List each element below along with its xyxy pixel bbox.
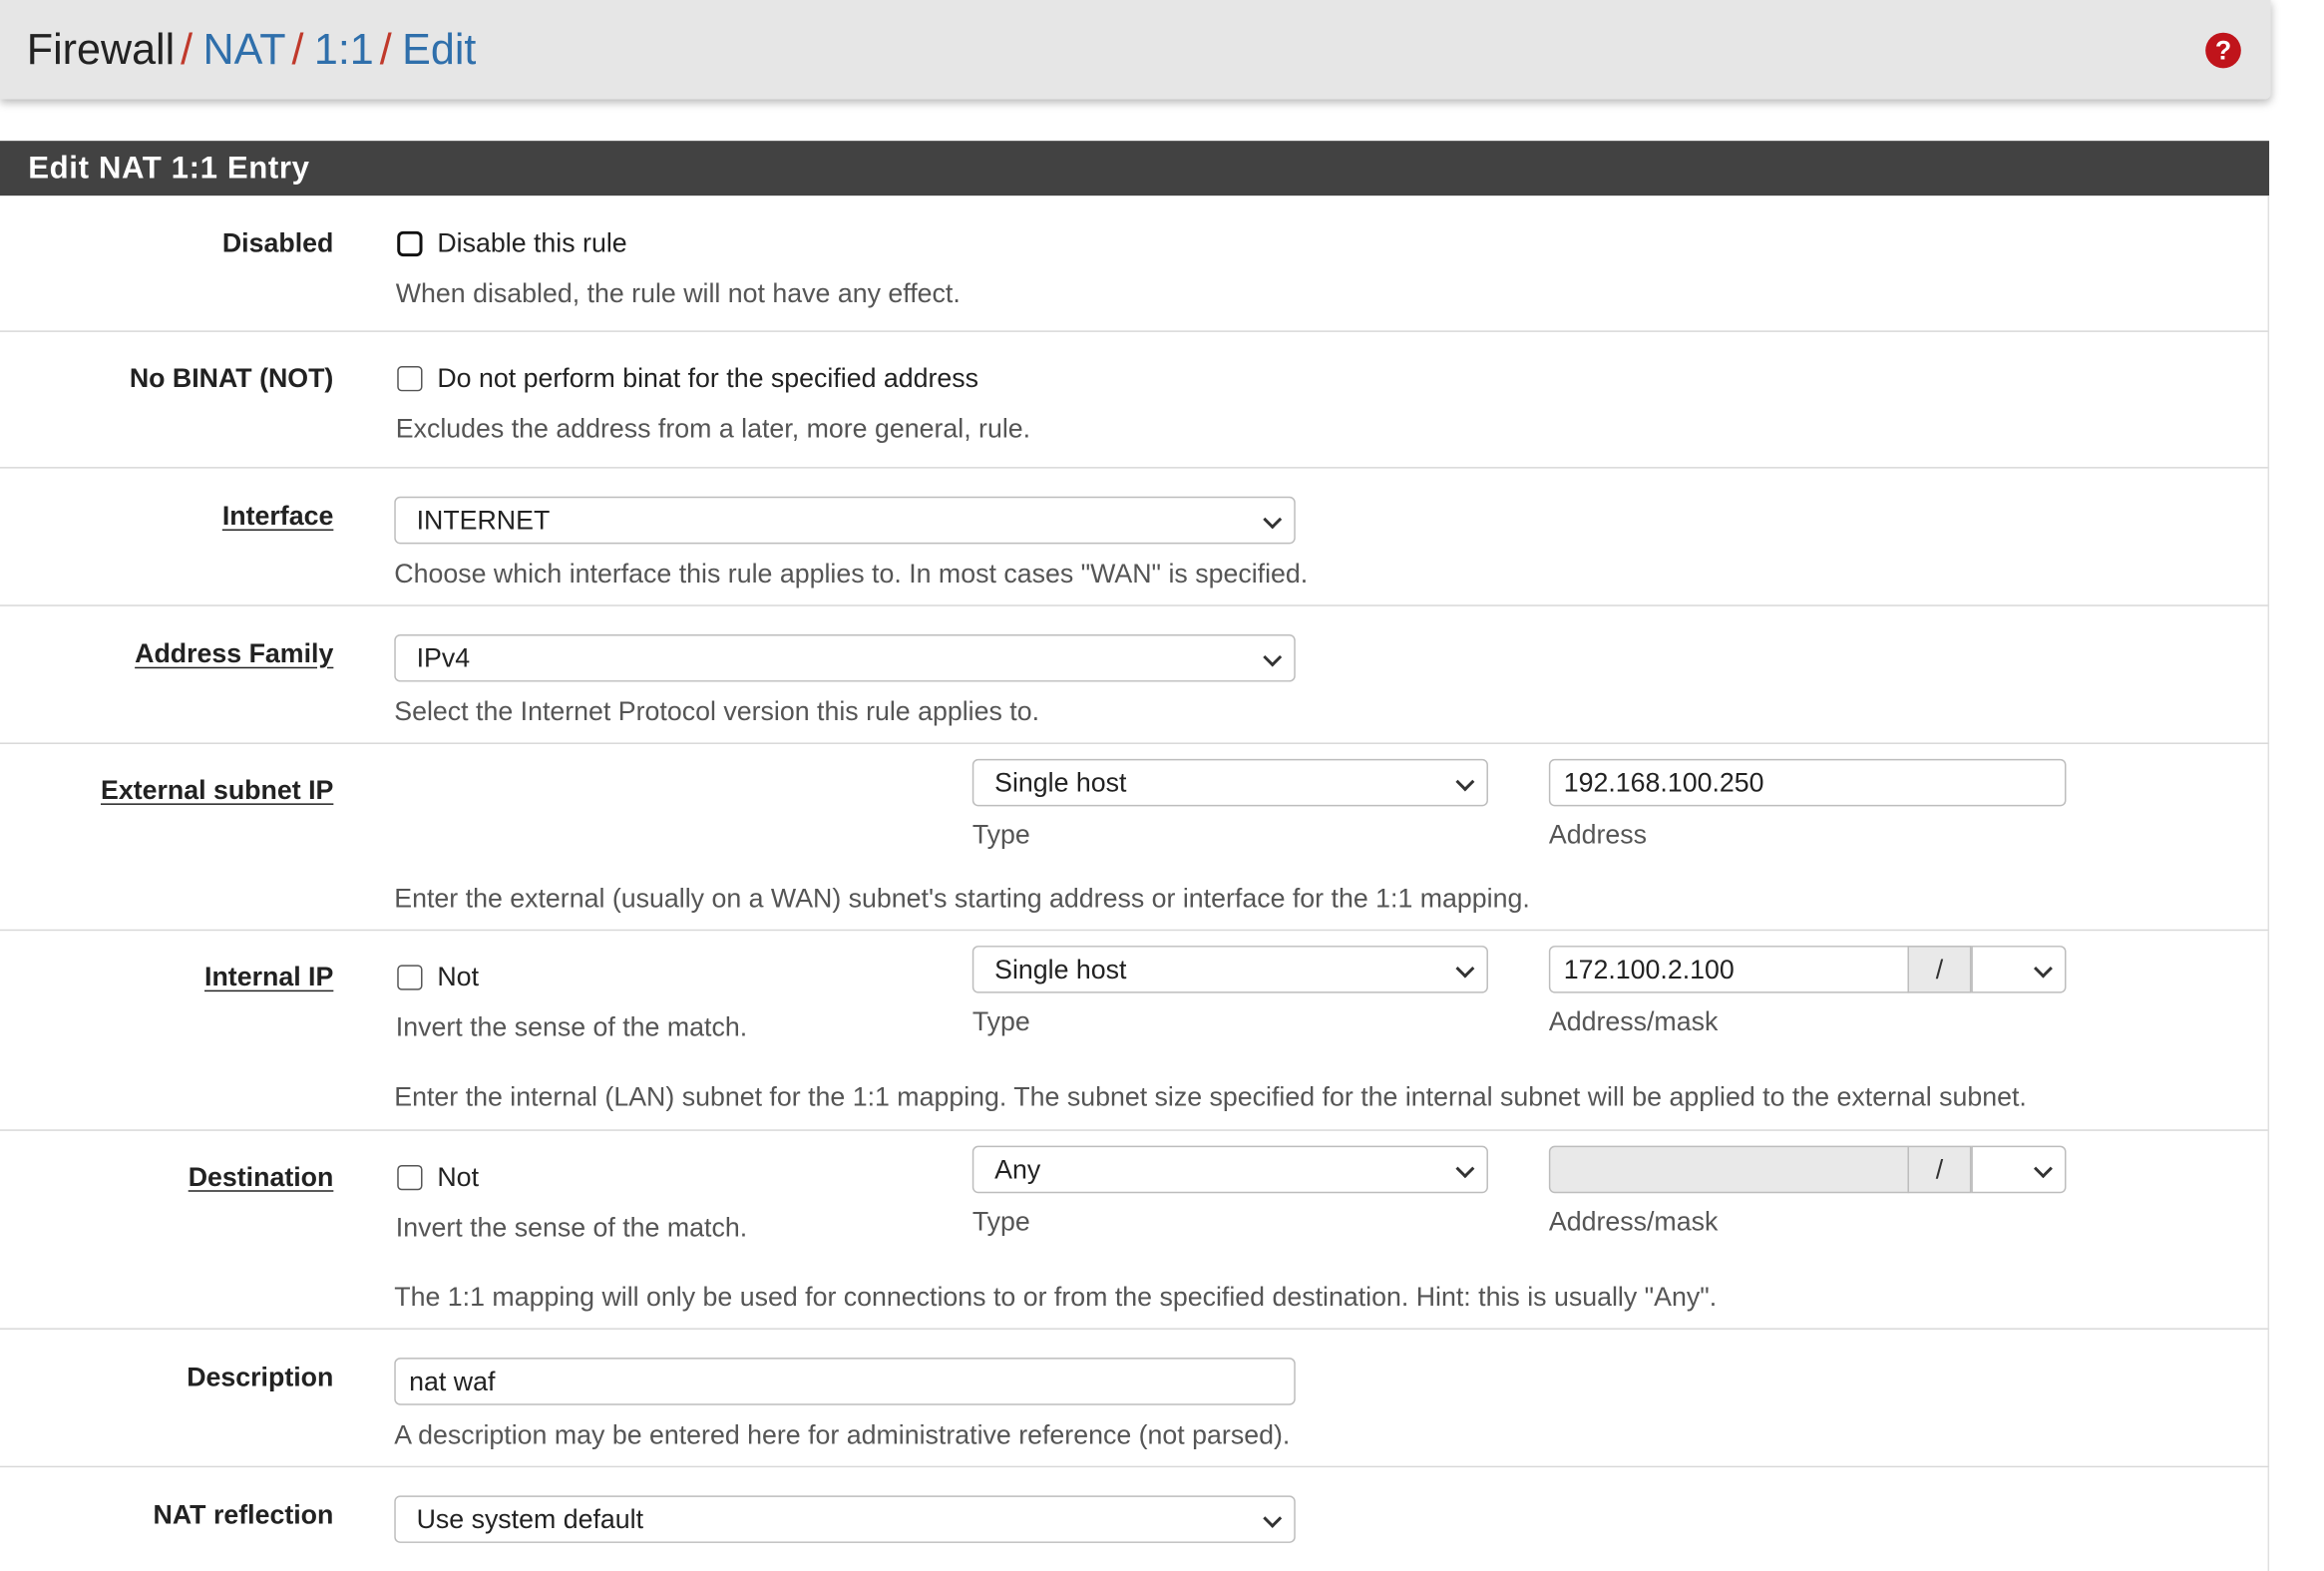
destination-not-checkbox[interactable] xyxy=(397,1164,423,1191)
interface-select-value: INTERNET xyxy=(416,505,551,536)
interface-label[interactable]: Interface xyxy=(222,501,334,532)
question-circle-icon[interactable]: ? xyxy=(2205,32,2241,69)
destination-type-caption: Type xyxy=(971,1206,1030,1237)
nobinat-checkbox[interactable] xyxy=(397,366,423,392)
edit-nat-panel: Edit NAT 1:1 Entry Disabled Disable this… xyxy=(0,141,2270,1571)
interface-help: Choose which interface this rule applies… xyxy=(394,559,1309,589)
internal-address-input[interactable]: 172.100.2.100 xyxy=(1548,946,1909,993)
row-interface: Interface INTERNET Choose which interfac… xyxy=(0,468,2270,606)
chevron-down-icon xyxy=(2033,1159,2053,1179)
destination-mask-separator: / xyxy=(1907,1145,1972,1194)
destination-not-label[interactable]: Not xyxy=(437,1162,479,1193)
nat-reflection-select[interactable]: Use system default xyxy=(394,1495,1296,1543)
destination-address-caption: Address/mask xyxy=(1548,1206,1719,1237)
address-family-select[interactable]: IPv4 xyxy=(394,634,1296,682)
chevron-down-icon xyxy=(2033,959,2053,979)
destination-type-select-value: Any xyxy=(994,1154,1041,1185)
row-nobinat: No BINAT (NOT) Do not perform binat for … xyxy=(0,331,2270,469)
chevron-down-icon xyxy=(1263,1508,1283,1528)
destination-help: The 1:1 mapping will only be used for co… xyxy=(394,1282,1718,1313)
row-destination: Destination Not Invert the sense of the … xyxy=(0,1130,2270,1330)
description-help: A description may be entered here for ad… xyxy=(394,1419,1291,1450)
row-internal-ip: Internal IP Not Invert the sense of the … xyxy=(0,931,2270,1131)
internal-type-select[interactable]: Single host xyxy=(971,946,1488,993)
external-address-caption: Address xyxy=(1548,819,1648,850)
panel-title: Edit NAT 1:1 Entry xyxy=(0,141,2270,196)
external-subnet-label[interactable]: External subnet IP xyxy=(101,775,333,806)
row-disabled: Disabled Disable this rule When disabled… xyxy=(0,196,2270,332)
chevron-down-icon xyxy=(1455,1159,1475,1179)
chevron-down-icon xyxy=(1455,772,1475,792)
row-description: Description nat waf A description may be… xyxy=(0,1329,2270,1468)
internal-address-caption: Address/mask xyxy=(1548,1005,1719,1036)
nobinat-help: Excludes the address from a later, more … xyxy=(395,413,1031,444)
nat-reflection-label: NAT reflection xyxy=(153,1499,334,1530)
interface-select[interactable]: INTERNET xyxy=(394,496,1296,545)
disable-rule-checkbox-group[interactable]: Disable this rule xyxy=(397,228,627,259)
breadcrumb-link-edit[interactable]: Edit xyxy=(402,27,476,75)
breadcrumb-separator: / xyxy=(379,26,392,75)
external-type-select-value: Single host xyxy=(994,767,1127,798)
breadcrumb-link-nat[interactable]: NAT xyxy=(203,27,286,75)
disable-rule-checkbox-label[interactable]: Disable this rule xyxy=(437,228,626,259)
description-label: Description xyxy=(187,1362,334,1392)
disabled-label: Disabled xyxy=(221,227,334,258)
breadcrumb: Firewall / NAT/1:1/Edit xyxy=(27,22,477,78)
nobinat-checkbox-group[interactable]: Do not perform binat for the specified a… xyxy=(397,363,978,394)
destination-not-checkbox-group[interactable]: Not xyxy=(397,1162,479,1193)
address-family-select-value: IPv4 xyxy=(416,642,471,673)
internal-not-label[interactable]: Not xyxy=(437,962,479,992)
breadcrumb-root: Firewall xyxy=(26,26,176,75)
internal-type-caption: Type xyxy=(971,1005,1030,1036)
chevron-down-icon xyxy=(1263,647,1283,667)
external-type-select[interactable]: Single host xyxy=(971,758,1488,807)
destination-mask-select[interactable] xyxy=(1971,1145,2067,1194)
breadcrumb-separator: / xyxy=(291,26,304,75)
destination-type-select[interactable]: Any xyxy=(971,1145,1488,1194)
nobinat-checkbox-label[interactable]: Do not perform binat for the specified a… xyxy=(437,363,978,394)
address-family-label[interactable]: Address Family xyxy=(135,638,333,669)
internal-mask-separator: / xyxy=(1907,946,1972,993)
internal-ip-label[interactable]: Internal IP xyxy=(204,962,333,992)
internal-type-select-value: Single host xyxy=(994,954,1127,984)
description-input[interactable]: nat waf xyxy=(394,1358,1296,1405)
destination-not-help: Invert the sense of the match. xyxy=(395,1212,748,1243)
nat-reflection-select-value: Use system default xyxy=(416,1504,644,1535)
internal-not-checkbox[interactable] xyxy=(397,965,423,990)
disabled-help: When disabled, the rule will not have an… xyxy=(395,278,961,309)
internal-mask-select[interactable] xyxy=(1971,946,2067,993)
destination-label[interactable]: Destination xyxy=(189,1162,334,1193)
nobinat-label: No BINAT (NOT) xyxy=(129,363,334,393)
row-external-subnet: External subnet IP Single host Type 192.… xyxy=(0,743,2270,932)
chevron-down-icon xyxy=(1455,959,1475,979)
row-nat-reflection: NAT reflection Use system default xyxy=(0,1467,2270,1571)
external-subnet-help: Enter the external (usually on a WAN) su… xyxy=(394,883,1530,914)
row-address-family: Address Family IPv4 Select the Internet … xyxy=(0,605,2270,744)
internal-not-checkbox-group[interactable]: Not xyxy=(397,962,479,992)
external-address-input[interactable]: 192.168.100.250 xyxy=(1548,758,2067,807)
internal-not-help: Invert the sense of the match. xyxy=(395,1011,748,1042)
disable-rule-checkbox[interactable] xyxy=(397,230,423,257)
breadcrumb-link-one-to-one[interactable]: 1:1 xyxy=(314,27,374,75)
page-header: Firewall / NAT/1:1/Edit ? xyxy=(0,0,2271,100)
external-type-caption: Type xyxy=(971,819,1030,850)
destination-address-input[interactable] xyxy=(1548,1145,1909,1194)
breadcrumb-separator: / xyxy=(181,26,194,75)
chevron-down-icon xyxy=(1263,510,1283,530)
internal-ip-help: Enter the internal (LAN) subnet for the … xyxy=(394,1081,2027,1112)
address-family-help: Select the Internet Protocol version thi… xyxy=(394,696,1040,727)
